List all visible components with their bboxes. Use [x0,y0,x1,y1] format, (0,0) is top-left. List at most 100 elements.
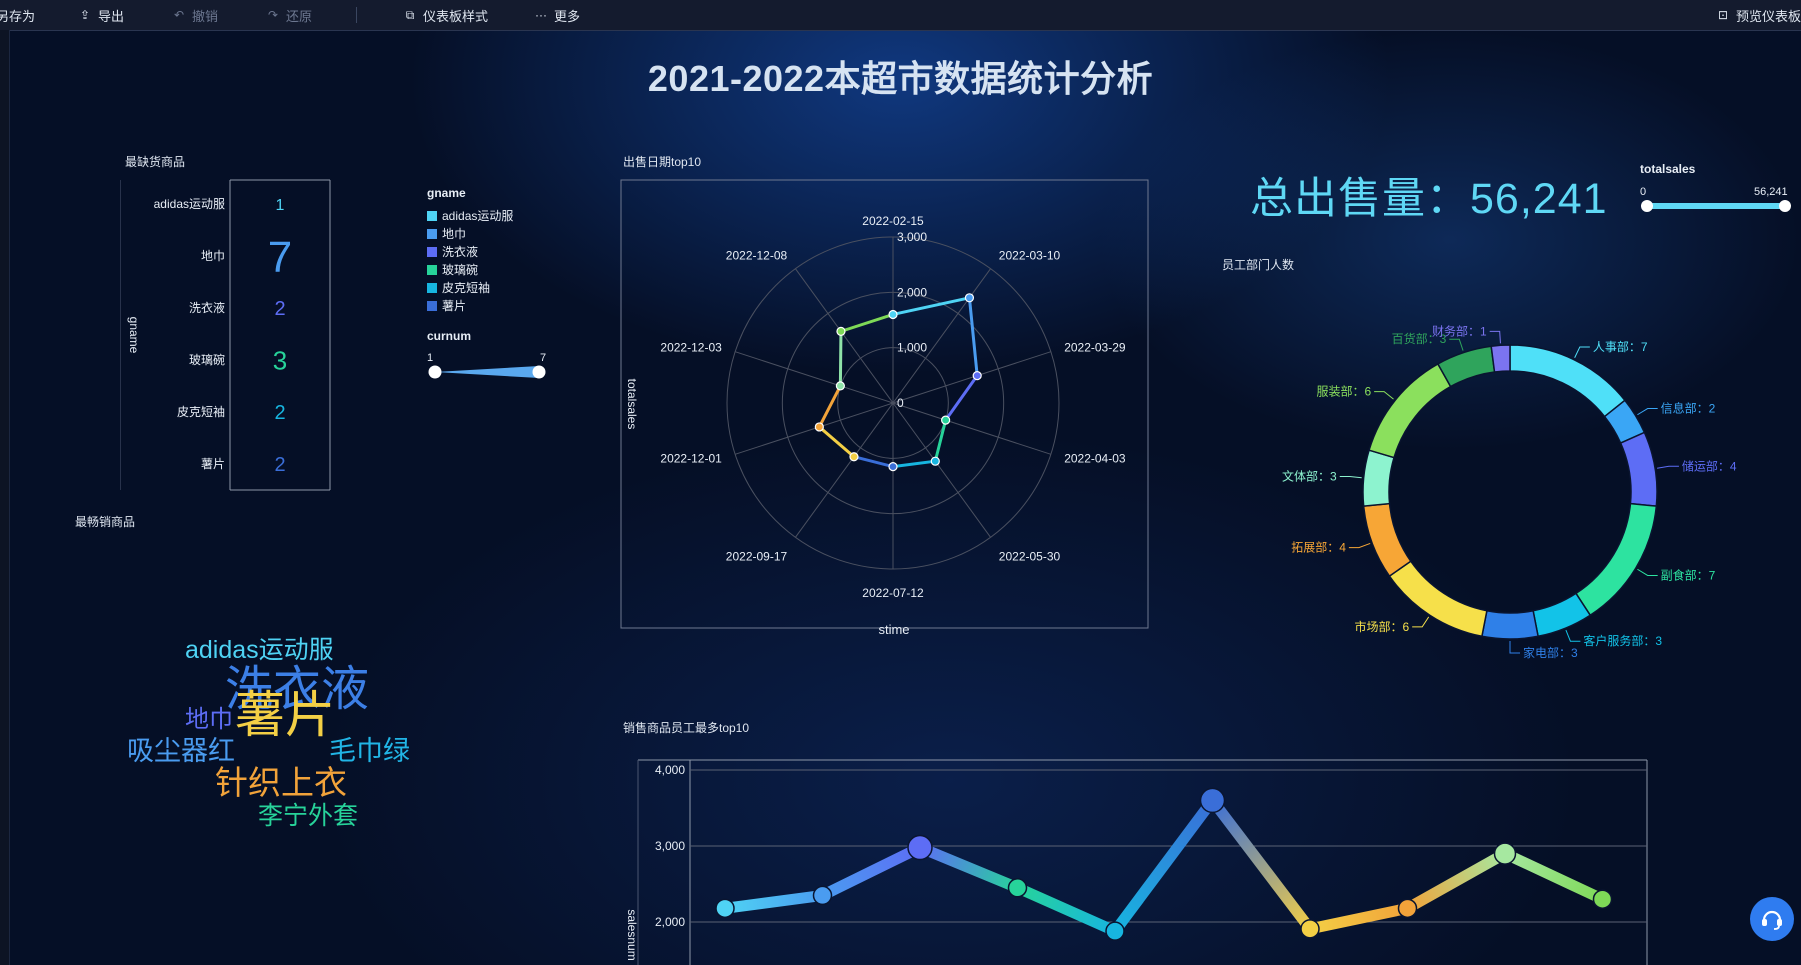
line-series-segment [1304,902,1413,935]
donut-slice-label: 人事部：7 [1593,339,1648,354]
undo-icon: ↶ [173,8,185,22]
donut-slice[interactable] [1509,344,1626,418]
line-series-segment [1207,794,1316,935]
radar-point[interactable] [972,371,982,381]
line-tick-label: 2,000 [655,915,685,929]
line-point[interactable] [1592,889,1613,909]
radar-tick-label: 1,000 [897,341,927,355]
radar-category-label: 2022-12-08 [726,248,788,262]
more-button[interactable]: ··· 更多 [534,0,580,30]
table-row-label: 玻璃碗 [189,352,225,367]
radar-y-axis-label: totalsales [625,379,639,430]
gname-legend-item[interactable]: adidas运动服 [427,207,513,224]
totalsales-range: totalsales 0 56,241 [1640,162,1800,222]
curnum-range-track[interactable] [427,362,557,382]
line-series-segment [719,889,828,914]
table-row-value: 3 [273,345,287,375]
line-series-segment [1012,882,1121,937]
wordcloud-word[interactable]: adidas运动服 [185,638,334,663]
help-chat-button[interactable] [1750,897,1794,941]
radar-spoke [795,268,894,404]
donut-slice[interactable] [1436,345,1496,388]
line-point[interactable] [1397,898,1418,919]
radar-point[interactable] [930,456,940,466]
radar-tick-label: 2,000 [897,285,927,299]
legend-swatch [427,246,437,257]
donut-label-line [1574,346,1590,358]
table-row-value: 1 [276,197,285,214]
curnum-range-handle-max[interactable] [532,365,546,379]
radar-category-label: 2022-05-30 [999,550,1061,564]
radar-point[interactable] [836,326,846,336]
save-as-button[interactable]: 另存为 [0,0,35,30]
table-axis-label: gname [127,317,141,354]
radar-point[interactable] [964,293,975,303]
donut-slice[interactable] [1490,344,1511,373]
table-row-value: 2 [274,402,285,424]
totalsales-range-track[interactable] [1640,196,1800,216]
gname-legend-item[interactable]: 薯片 [427,297,466,314]
donut-slice[interactable] [1574,502,1658,617]
totalsales-range-handle-min[interactable] [1641,200,1653,212]
export-button[interactable]: ⇪ 导出 [78,0,124,30]
line-tick-label: 4,000 [655,763,685,777]
date-top10-panel-title: 出售日期top10 [623,155,702,169]
radar-point[interactable] [888,309,898,320]
line-point[interactable] [715,898,735,919]
radar-point[interactable] [888,462,898,472]
radar-series-line [839,312,895,333]
donut-label-line [1374,391,1394,400]
dashboard-style-label: 仪表板样式 [423,8,489,24]
curnum-range-handle-min[interactable] [428,365,442,379]
wordcloud-word[interactable]: 针织上衣 [215,766,347,799]
line-point[interactable] [812,885,833,906]
donut-slice-label: 文体部：3 [1282,469,1337,484]
table-row-value: 7 [268,233,292,282]
donut-slice[interactable] [1481,609,1539,640]
radar-spoke [892,402,991,538]
line-point[interactable] [1105,921,1125,941]
radar-point[interactable] [941,415,951,425]
radar-spoke [734,402,894,455]
radar-spoke [734,351,894,404]
donut-slice[interactable] [1619,431,1658,507]
wordcloud-word[interactable]: 地巾 [185,708,233,732]
line-series-segment [1109,794,1218,937]
line-point[interactable] [1199,787,1226,814]
wordcloud-word[interactable]: 薯片 [235,690,335,740]
legend-swatch [427,228,437,239]
gname-legend-item[interactable]: 地巾 [427,225,466,242]
preview-button[interactable]: ⊡ 预览仪表板 [1716,0,1801,30]
donut-slice[interactable] [1362,449,1395,507]
donut-slice[interactable] [1368,362,1452,459]
donut-slice-label: 家电部：3 [1523,645,1578,660]
radar-point[interactable] [835,381,845,391]
wordcloud-word[interactable]: 李宁外套 [258,804,358,829]
gname-legend-item[interactable]: 洗衣液 [427,243,478,260]
donut-label-line [1657,465,1679,469]
donut-slice[interactable] [1362,502,1412,578]
legend-swatch [427,210,437,221]
line-point[interactable] [907,834,933,861]
donut-label-line [1489,330,1501,344]
radar-series-line [944,374,979,422]
donut-slice-label: 拓展部：4 [1291,540,1346,555]
radar-category-label: 2022-12-03 [660,340,722,354]
line-point[interactable] [1300,919,1320,939]
palette-icon: ⧉ [405,8,415,22]
line-point[interactable] [1007,878,1028,898]
totalsales-range-title: totalsales [1640,162,1696,176]
radar-point[interactable] [849,452,859,462]
totalsales-range-handle-max[interactable] [1779,200,1791,212]
undo-button[interactable]: ↶ 撤销 [172,0,218,30]
line-point[interactable] [1493,842,1517,865]
radar-point[interactable] [814,422,824,432]
gname-legend-item[interactable]: 玻璃碗 [427,261,478,278]
wordcloud-word[interactable]: 吸尘器红 [127,738,235,765]
wordcloud-word[interactable]: 毛巾绿 [329,738,410,765]
dashboard-style-button[interactable]: ⧉ 仪表板样式 [403,0,488,30]
radar-category-label: 2022-03-10 [999,248,1061,262]
redo-button[interactable]: ↷ 还原 [266,0,312,30]
table-row-label: 洗衣液 [189,300,225,315]
gname-legend-item[interactable]: 皮克短袖 [427,279,490,296]
